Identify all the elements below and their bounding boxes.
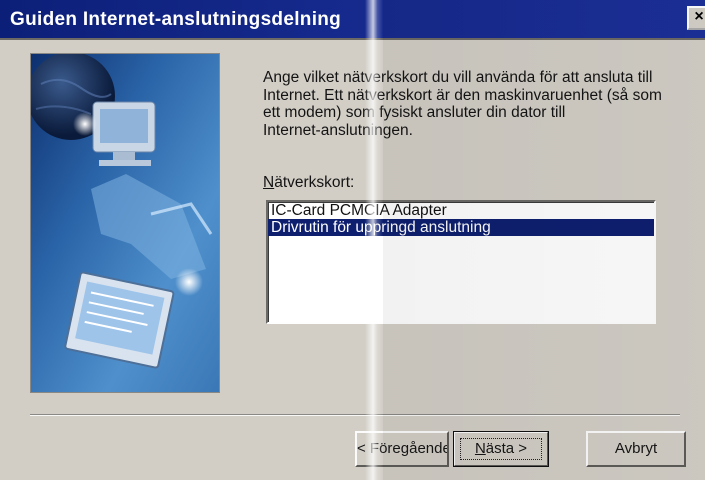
wizard-illustration [30,53,220,393]
next-button[interactable]: Nästa > [453,431,549,467]
globe-computer-illustration [31,54,219,392]
close-button[interactable]: × [687,6,705,30]
adapter-item-dialup[interactable]: Drivrutin för uppringd anslutning [268,219,654,236]
adapter-listbox[interactable]: IC-Card PCMCIA Adapter Drivrutin för upp… [266,200,656,324]
instruction-line-4: Internet-anslutningen. [263,121,413,139]
label-rest: ätverkskort: [274,174,355,191]
focus-indicator [460,438,542,460]
title-bar[interactable]: Guiden Internet-anslutningsdelning × [0,0,705,40]
window-title: Guiden Internet-anslutningsdelning [10,9,342,30]
wizard-window: Guiden Internet-anslutningsdelning × Ang… [0,0,705,480]
instruction-line-1: Ange vilket nätverkskort du vill använda… [263,69,653,86]
label-mnemonic: N [263,174,275,191]
instruction-line-2: Internet. Ett nätverkskort är den maskin… [263,86,662,104]
button-separator [30,414,680,416]
instruction-text: Ange vilket nätverkskort du vill använda… [263,69,683,139]
adapter-item-pcmcia[interactable]: IC-Card PCMCIA Adapter [268,202,654,219]
instruction-line-3: ett modem) som fysiskt ansluter din dato… [263,104,566,121]
close-icon: × [694,8,704,25]
cancel-button[interactable]: Avbryt [586,431,686,467]
back-button[interactable]: < Föregående [355,431,449,467]
adapter-list-label: Nätverkskort: [263,174,354,192]
